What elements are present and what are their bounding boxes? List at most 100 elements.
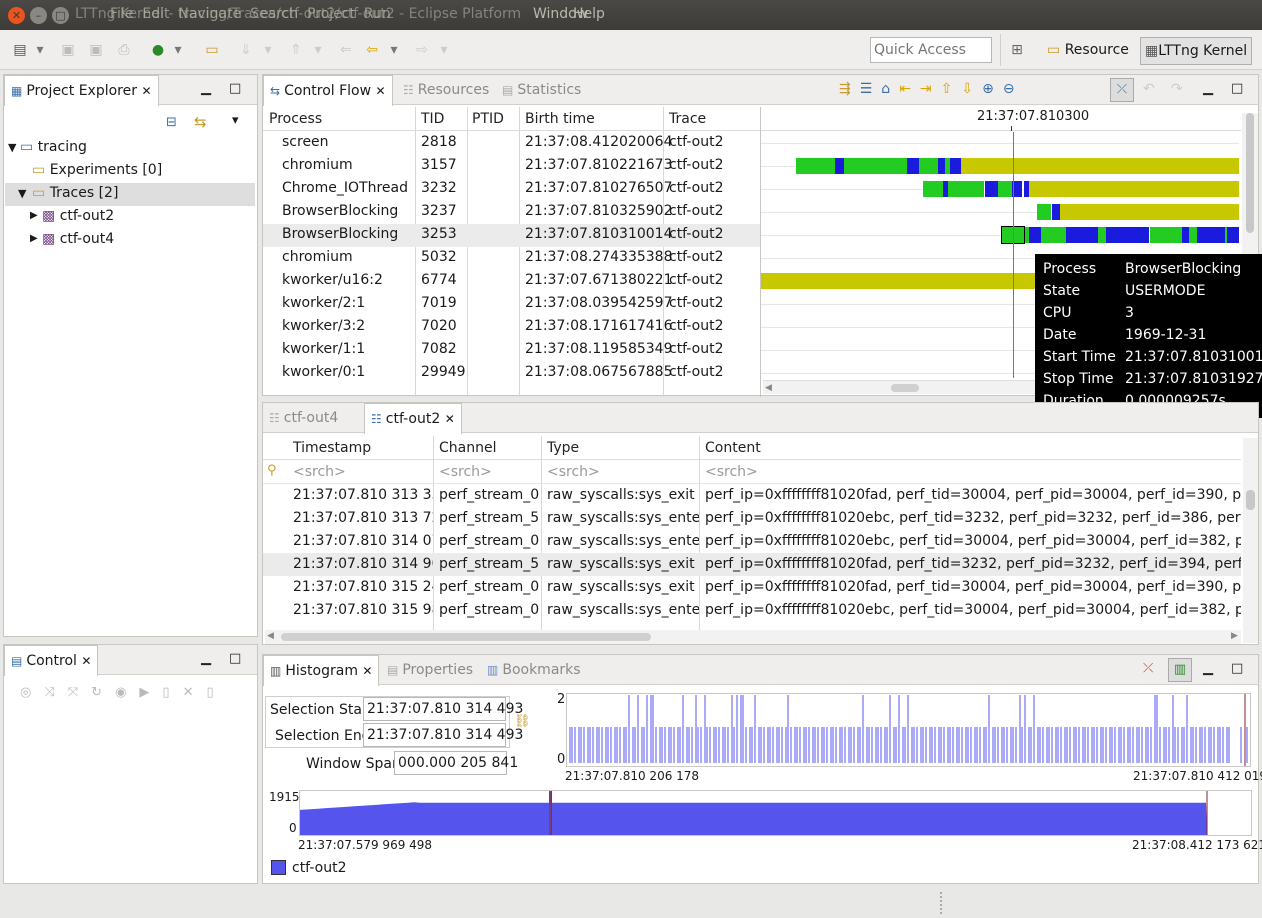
state-interval[interactable]: [919, 158, 938, 174]
save-all-icon[interactable]: ▣: [86, 40, 106, 60]
horizontal-scroll-thumb[interactable]: [281, 633, 651, 641]
horizontal-scroll-thumb[interactable]: [891, 384, 919, 392]
event-row[interactable]: 21:37:07.810 313 727 perf_stream_5 raw_sys…: [263, 507, 1241, 530]
state-interval[interactable]: [1066, 227, 1098, 243]
close-icon[interactable]: ✕: [445, 412, 455, 426]
perspective-lttng-kernel[interactable]: ▦LTTng Kernel: [1140, 37, 1252, 65]
hide-lost-events-icon[interactable]: ⤫: [1143, 661, 1153, 676]
selection-end-field[interactable]: 21:37:07.810 314 493: [363, 723, 523, 747]
print-icon[interactable]: ⎙: [114, 40, 134, 60]
state-interval[interactable]: [961, 158, 1239, 174]
tree-item-ctf-out4[interactable]: ▩ ctf-out4: [42, 231, 114, 247]
close-window-button[interactable]: ✕: [8, 7, 25, 24]
process-row[interactable]: BrowserBlocking 3253 21:37:07.810310014 ctf…: [263, 224, 760, 247]
state-interval[interactable]: [907, 158, 919, 174]
state-interval[interactable]: [1150, 227, 1182, 243]
column-channel[interactable]: Channel: [439, 440, 496, 456]
event-row[interactable]: 21:37:07.810 315 984 perf_stream_0 raw_sys…: [263, 599, 1241, 622]
process-row[interactable]: BrowserBlocking 3237 21:37:07.810325902 ctf…: [263, 201, 760, 224]
perspective-resource[interactable]: ▭ Resource: [1047, 37, 1129, 63]
next-process-icon[interactable]: ⇩: [961, 81, 982, 97]
link-with-editor-icon[interactable]: ⇆: [194, 113, 207, 131]
menu-navigate[interactable]: Navigate: [178, 6, 241, 22]
prev-dropdown-icon[interactable]: ▾: [312, 40, 324, 60]
link-selection-icon[interactable]: ⛓: [514, 714, 531, 729]
state-interval[interactable]: [835, 158, 844, 174]
follow-arrow-fwd-icon[interactable]: ↷: [1171, 81, 1183, 97]
process-row[interactable]: Chrome_IOThread 3232 21:37:07.810276507 ctf…: [263, 178, 760, 201]
tab-control[interactable]: ▤ Control ✕: [4, 645, 99, 676]
process-row[interactable]: kworker/3:2 7020 21:37:08.171617416 ctf-out…: [263, 316, 760, 339]
state-interval[interactable]: [1227, 227, 1239, 243]
legend-icon[interactable]: ☰: [860, 81, 882, 97]
state-interval[interactable]: [1029, 181, 1239, 197]
disconnect-icon[interactable]: ⤨: [44, 685, 67, 700]
process-row[interactable]: chromium 5032 21:37:08.274335388 ctf-out2: [263, 247, 760, 270]
start-icon[interactable]: ▶: [139, 685, 162, 700]
menu-edit[interactable]: Edit: [142, 6, 169, 22]
column-tid[interactable]: TID: [421, 111, 444, 127]
minimize-icon[interactable]: ▁: [201, 81, 211, 96]
tree-item-experiments[interactable]: ▭ Experiments [0]: [32, 162, 162, 178]
event-row[interactable]: 21:37:07.810 315 248 perf_stream_0 raw_sys…: [263, 576, 1241, 599]
process-row[interactable]: chromium 3157 21:37:07.810221673 ctf-out2: [263, 155, 760, 178]
tab-properties[interactable]: ▤ Properties: [387, 655, 473, 685]
tab-ctf-out2[interactable]: ☷ ctf-out2 ✕: [364, 403, 462, 434]
previous-event-icon[interactable]: ⇤: [899, 81, 920, 97]
tab-ctf-out4[interactable]: ☷ ctf-out4: [269, 403, 338, 433]
time-cursor[interactable]: [1013, 132, 1014, 378]
tree-item-ctf-out2[interactable]: ▩ ctf-out2: [42, 208, 114, 224]
forward-dropdown-icon[interactable]: ▾: [438, 40, 450, 60]
vertical-scroll-thumb[interactable]: [1246, 113, 1254, 233]
state-interval[interactable]: [998, 181, 1012, 197]
state-interval[interactable]: [938, 158, 945, 174]
column-timestamp[interactable]: Timestamp: [293, 440, 371, 456]
process-row[interactable]: kworker/2:1 7019 21:37:08.039542597 ctf-out…: [263, 293, 760, 316]
state-interval[interactable]: [844, 158, 907, 174]
search-timestamp[interactable]: <srch>: [293, 464, 346, 480]
optimize-icon[interactable]: ⇶: [839, 81, 860, 97]
import-icon[interactable]: ▯: [206, 685, 226, 700]
minimize-window-button[interactable]: –: [30, 7, 47, 24]
tab-project-explorer[interactable]: ▦ Project Explorer ✕: [4, 75, 159, 106]
events-vertical-scrollbar[interactable]: [1243, 438, 1258, 643]
state-interval[interactable]: [1197, 227, 1225, 243]
tab-control-flow[interactable]: ⇆ Control Flow ✕: [263, 75, 393, 106]
state-interval[interactable]: [1098, 227, 1106, 243]
zoom-histogram-chart[interactable]: [566, 693, 1251, 767]
state-interval[interactable]: [1182, 227, 1189, 243]
close-icon[interactable]: ✕: [376, 84, 386, 98]
prev-annotation-icon[interactable]: ⇑: [286, 40, 306, 60]
events-horizontal-scrollbar[interactable]: ◀ ▶: [265, 630, 1241, 644]
vertical-scroll-thumb[interactable]: [1246, 490, 1255, 510]
scroll-left-icon[interactable]: ◀: [267, 631, 274, 641]
create-session-icon[interactable]: ⤧: [68, 685, 91, 700]
state-interval[interactable]: [1189, 227, 1197, 243]
last-edit-icon[interactable]: ⇐: [336, 40, 356, 60]
next-dropdown-icon[interactable]: ▾: [262, 40, 274, 60]
menu-bar[interactable]: File Edit Navigate Search Project Run: [110, 6, 391, 22]
state-interval[interactable]: [796, 158, 835, 174]
stop-icon[interactable]: ▯: [162, 685, 182, 700]
process-row[interactable]: kworker/0:1 29949 21:37:08.067567885 ctf-ou…: [263, 362, 760, 385]
scroll-left-icon[interactable]: ◀: [765, 383, 772, 393]
quick-access-input[interactable]: [874, 39, 990, 61]
hide-arrows-icon[interactable]: ⤫: [1110, 78, 1134, 102]
search-type[interactable]: <srch>: [547, 464, 600, 480]
menu-file[interactable]: File: [110, 6, 133, 22]
next-annotation-icon[interactable]: ⇓: [236, 40, 256, 60]
next-event-icon[interactable]: ⇥: [920, 81, 941, 97]
scroll-right-icon[interactable]: ▶: [1231, 631, 1238, 641]
follow-arrow-back-icon[interactable]: ↶: [1143, 81, 1155, 97]
state-interval[interactable]: [1041, 227, 1066, 243]
close-icon[interactable]: ✕: [81, 654, 91, 668]
window-span-field[interactable]: 000.000 205 841: [394, 751, 518, 775]
event-row[interactable]: 21:37:07.810 314 079 perf_stream_0 raw_sys…: [263, 530, 1241, 553]
forward-icon[interactable]: ⇨: [412, 40, 432, 60]
process-row[interactable]: kworker/u16:2 6774 21:37:07.671380221 ctf-o…: [263, 270, 760, 293]
state-interval[interactable]: [950, 158, 961, 174]
state-interval[interactable]: [761, 273, 1036, 289]
view-menu-icon[interactable]: ▾: [232, 113, 239, 128]
column-birth-time[interactable]: Birth time: [525, 111, 595, 127]
search-channel[interactable]: <srch>: [439, 464, 492, 480]
